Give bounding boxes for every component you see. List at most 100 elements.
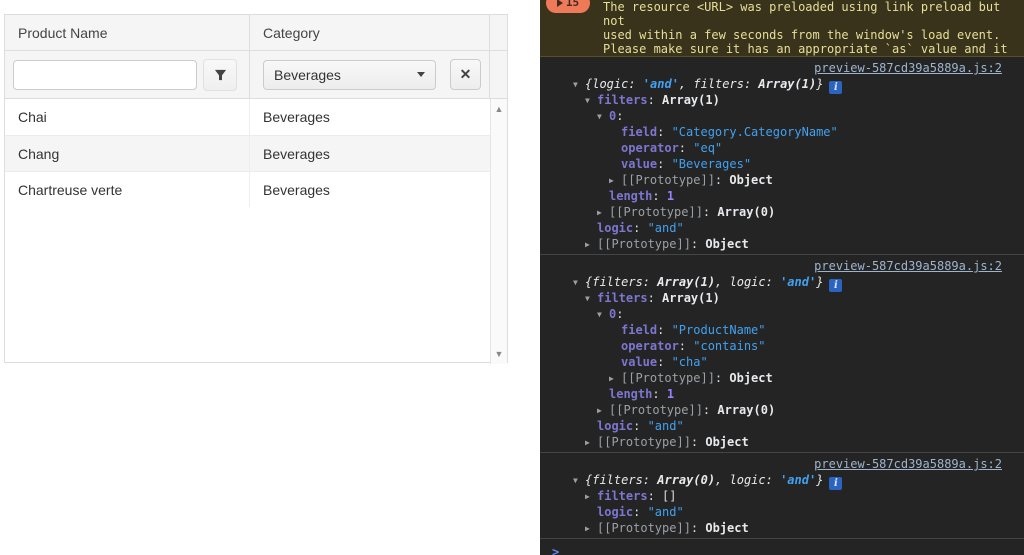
expand-arrow-icon[interactable]: ▶ <box>609 173 621 189</box>
console-text-segment: : <box>657 125 671 139</box>
console-text-segment: Array(0) <box>717 403 775 417</box>
console-text-segment: , filters: <box>679 77 758 91</box>
console-text-segment: "and" <box>648 221 684 235</box>
expand-arrow-icon[interactable]: ▶ <box>585 237 597 253</box>
console-text-segment: Array(1) <box>662 291 720 305</box>
console-text-segment: value <box>621 157 657 171</box>
console-text-segment: "and" <box>648 505 684 519</box>
prompt-chevron-icon: > <box>552 545 559 555</box>
clear-icon: ✕ <box>460 66 472 83</box>
console-text-segment: } <box>816 77 823 91</box>
expand-arrow-icon[interactable]: ▼ <box>573 77 585 93</box>
console-text-segment: : <box>633 221 647 235</box>
console-tree-row: ▶[[Prototype]]: Array(0) <box>540 402 1024 418</box>
console-text-segment: "and" <box>648 419 684 433</box>
grid-body-rows: ChaiBeveragesChangBeveragesChartreuse ve… <box>5 99 507 207</box>
console-text-segment: Array(1) <box>758 77 816 91</box>
scrollbar-down-icon[interactable]: ▼ <box>491 349 507 359</box>
console-text-segment: logic <box>597 505 633 519</box>
console-text-segment: : <box>703 403 717 417</box>
expand-arrow-icon[interactable]: ▶ <box>597 205 609 221</box>
grid-vertical-scrollbar[interactable]: ▲ ▼ <box>490 99 507 364</box>
log-object-preview: ▼{filters: Array(1), logic: 'and'}i <box>540 274 1024 290</box>
console-text-segment: field <box>621 125 657 139</box>
console-text-segment: } <box>816 275 823 289</box>
expand-arrow-icon[interactable]: ▼ <box>573 473 585 489</box>
expand-arrow-icon[interactable]: ▶ <box>597 403 609 419</box>
console-tree-row: ▶[[Prototype]]: Object <box>540 520 1024 536</box>
console-text-segment: "Category.CategoryName" <box>672 125 838 139</box>
expand-arrow-icon[interactable]: ▶ <box>585 489 597 505</box>
console-text-segment: [[Prototype]] <box>597 521 691 535</box>
expand-arrow-icon[interactable]: ▼ <box>573 275 585 291</box>
console-tree-row: ▶[[Prototype]]: Object <box>540 236 1024 252</box>
console-text-segment: length <box>609 189 652 203</box>
console-text-segment: 1 <box>667 189 674 203</box>
expand-arrow-icon[interactable]: ▼ <box>585 93 597 109</box>
scrollbar-up-icon[interactable]: ▲ <box>491 104 507 114</box>
expand-arrow-icon[interactable]: ▼ <box>597 307 609 323</box>
filter-button[interactable] <box>203 59 237 91</box>
category-filter-dropdown[interactable]: Beverages <box>263 60 436 90</box>
product-name-filter-input[interactable] <box>13 60 197 90</box>
clear-filter-button[interactable]: ✕ <box>450 59 481 90</box>
console-text-segment: [[Prototype]] <box>597 237 691 251</box>
expand-arrow-icon[interactable]: ▶ <box>609 371 621 387</box>
column-header-category[interactable]: Category <box>250 15 490 50</box>
console-tree-row: ▶[[Prototype]]: Array(0) <box>540 204 1024 220</box>
console-text-segment: [[Prototype]] <box>609 205 703 219</box>
source-link[interactable]: preview-587cd39a5889a.js:2 <box>814 61 1002 75</box>
console-text-segment: operator <box>621 141 679 155</box>
console-text-segment: : <box>715 371 729 385</box>
console-text-segment: : <box>648 291 662 305</box>
filter-cell-category: Beverages ✕ <box>250 51 490 98</box>
warning-count-badge[interactable]: 15 <box>546 0 590 13</box>
console-text-segment: : <box>616 109 623 123</box>
source-link[interactable]: preview-587cd39a5889a.js:2 <box>814 259 1002 273</box>
warning-count: 15 <box>566 0 579 11</box>
warning-text: The resource <URL> was preloaded using l… <box>603 0 1024 57</box>
console-text-segment: {filters: <box>585 473 657 487</box>
console-divider <box>540 538 1024 539</box>
column-header-product-name[interactable]: Product Name <box>5 15 250 50</box>
warning-text-line: used within a few seconds from the windo… <box>603 28 1024 42</box>
caret-down-icon <box>417 72 425 77</box>
header-scrollbar-spacer <box>490 15 507 50</box>
console-text-segment: : <box>691 435 705 449</box>
console-prompt[interactable]: > <box>540 544 1024 555</box>
grid-header-row: Product Name Category <box>5 15 507 51</box>
console-tree-row: ▼0: <box>540 108 1024 124</box>
console-text-segment: 'and' <box>780 275 816 289</box>
console-tree-row: ▼filters: Array(1) <box>540 92 1024 108</box>
console-text-segment: : <box>657 355 671 369</box>
console-logs: preview-587cd39a5889a.js:2▼{logic: 'and'… <box>540 60 1024 536</box>
screenshot-root: Product Name Category Beverages <box>0 0 1024 555</box>
console-tree-row: logic: "and" <box>540 220 1024 236</box>
console-tree-row: logic: "and" <box>540 504 1024 520</box>
info-icon: i <box>829 81 842 94</box>
expand-arrow-icon[interactable]: ▶ <box>585 435 597 451</box>
console-text-segment: : <box>691 521 705 535</box>
console-tree-row: length: 1 <box>540 188 1024 204</box>
console-tree-row: operator: "contains" <box>540 338 1024 354</box>
console-text-segment: filters <box>597 93 648 107</box>
expand-arrow-icon[interactable]: ▼ <box>597 109 609 125</box>
expand-arrow-icon[interactable]: ▶ <box>585 521 597 537</box>
cell-product-name: Chang <box>5 136 250 171</box>
console-text-segment: 1 <box>667 387 674 401</box>
console-text-segment: Object <box>729 173 772 187</box>
console-text-segment: {filters: <box>585 275 657 289</box>
console-tree-row: value: "Beverages" <box>540 156 1024 172</box>
console-text-segment: 'and' <box>780 473 816 487</box>
column-header-label: Product Name <box>18 25 107 41</box>
console-text-segment: filters <box>597 291 648 305</box>
devtools-console: 15 The resource <URL> was preloaded usin… <box>540 0 1024 555</box>
console-text-segment: [[Prototype]] <box>621 371 715 385</box>
console-text-segment: : <box>616 307 623 321</box>
filter-icon <box>214 68 227 81</box>
source-link[interactable]: preview-587cd39a5889a.js:2 <box>814 457 1002 471</box>
expand-arrow-icon[interactable]: ▼ <box>585 291 597 307</box>
console-tree-row: ▶[[Prototype]]: Object <box>540 370 1024 386</box>
cell-category: Beverages <box>250 136 490 171</box>
console-text-segment: "Beverages" <box>672 157 751 171</box>
